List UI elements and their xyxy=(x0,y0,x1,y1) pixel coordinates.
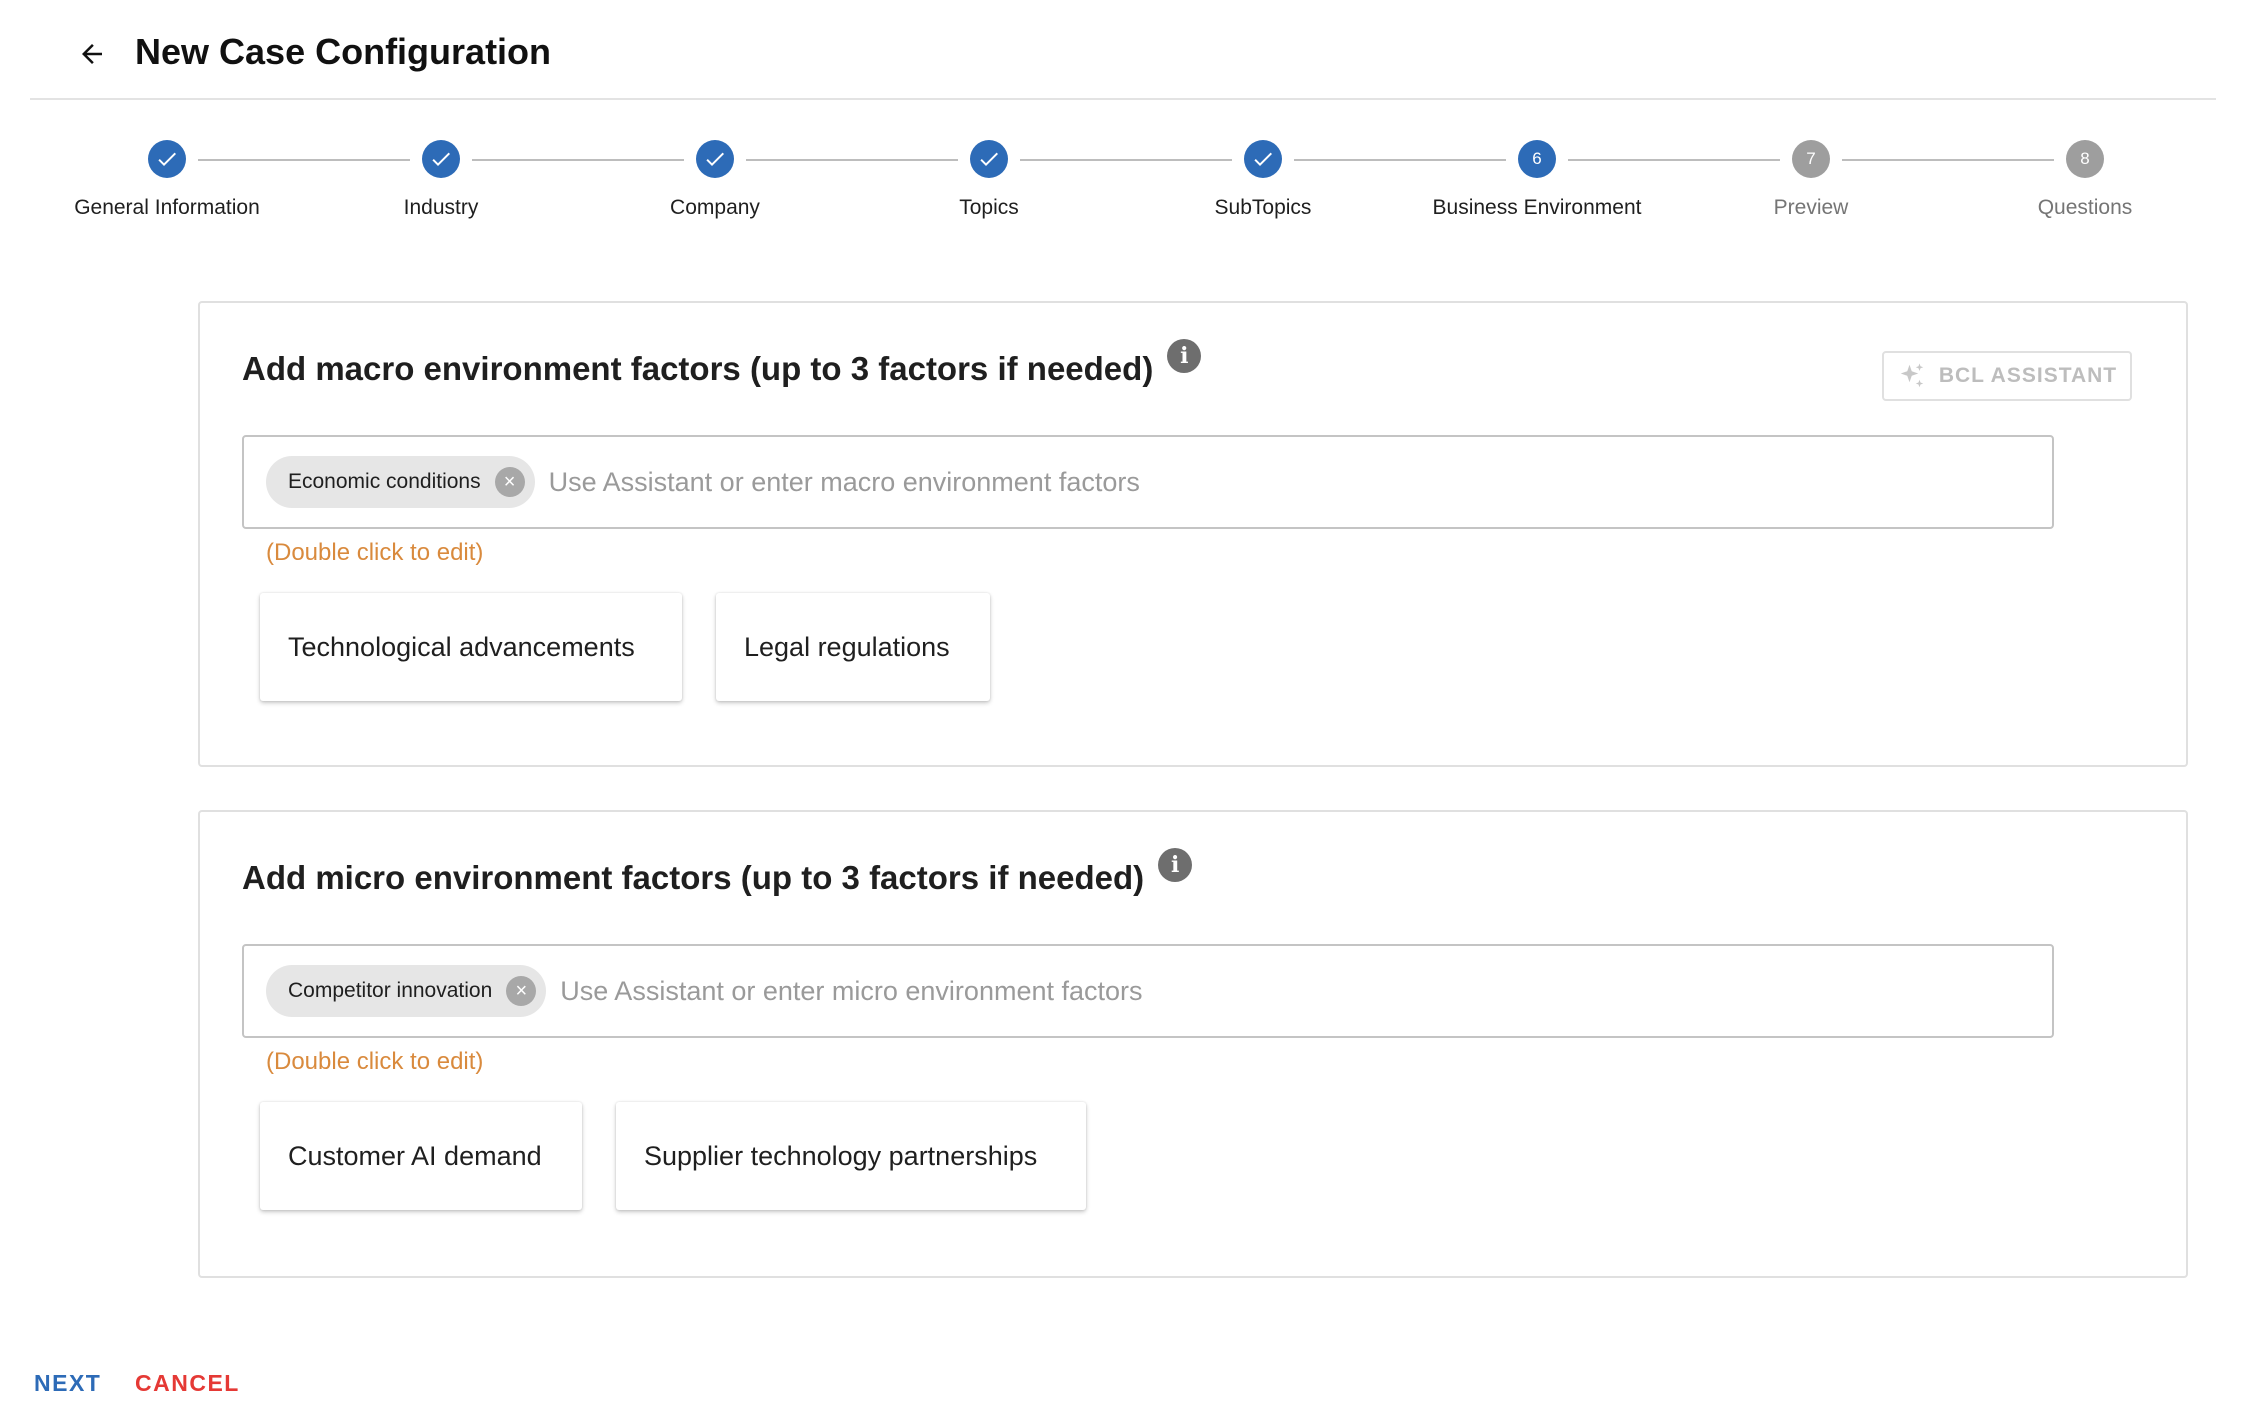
next-button[interactable]: NEXT xyxy=(34,1370,101,1397)
page-title: New Case Configuration xyxy=(135,31,552,72)
macro-text-input[interactable] xyxy=(548,466,2052,498)
micro-title: Add micro environment factors (up to 3 f… xyxy=(242,848,1193,900)
suggestion-chip[interactable]: Technological advancements xyxy=(260,593,682,701)
check-icon xyxy=(1244,140,1282,178)
check-icon xyxy=(422,140,460,178)
step-number: 6 xyxy=(1518,140,1556,178)
macro-title: Add macro environment factors (up to 3 f… xyxy=(242,339,1202,391)
step-number: 8 xyxy=(2066,140,2104,178)
micro-title-text: Add micro environment factors (up to 3 f… xyxy=(242,859,1145,896)
close-icon[interactable]: × xyxy=(494,467,525,497)
suggestion-chip[interactable]: Legal regulations xyxy=(716,593,990,701)
suggestion-chip[interactable]: Customer AI demand xyxy=(260,1102,582,1210)
macro-factor-input[interactable]: Economic conditions × xyxy=(242,435,2054,529)
step-label: Topics xyxy=(959,196,1019,219)
factor-chip[interactable]: Economic conditions × xyxy=(266,456,535,508)
step-label: Preview xyxy=(1773,196,1849,219)
micro-text-input[interactable] xyxy=(560,975,2052,1007)
page-header: New Case Configuration xyxy=(30,0,2216,100)
check-icon xyxy=(970,140,1008,178)
factor-chip[interactable]: Competitor innovation × xyxy=(266,965,547,1017)
bcl-assistant-button[interactable]: BCL ASSISTANT xyxy=(1882,351,2132,401)
step-number: 7 xyxy=(1792,140,1830,178)
assistant-label: BCL ASSISTANT xyxy=(1938,364,2118,387)
info-icon[interactable]: i xyxy=(1167,339,1202,373)
back-button[interactable] xyxy=(68,30,116,78)
step-questions[interactable]: 8 Questions xyxy=(1955,140,2215,220)
step-general-information[interactable]: General Information xyxy=(37,140,297,220)
step-label: Company xyxy=(670,196,760,219)
step-subtopics[interactable]: SubTopics xyxy=(1133,140,1393,220)
info-icon[interactable]: i xyxy=(1158,848,1193,882)
stepper: General Information Industry Company Top… xyxy=(0,140,2246,240)
suggestion-chip[interactable]: Supplier technology partnerships xyxy=(616,1102,1086,1210)
step-business-environment[interactable]: 6 Business Environment xyxy=(1407,140,1667,220)
check-icon xyxy=(148,140,186,178)
micro-factor-input[interactable]: Competitor innovation × xyxy=(242,944,2054,1038)
sparkle-icon xyxy=(1900,363,1924,388)
check-icon xyxy=(696,140,734,178)
step-label: Business Environment xyxy=(1432,196,1642,219)
step-label: SubTopics xyxy=(1214,196,1312,219)
arrow-left-icon xyxy=(82,44,102,64)
step-topics[interactable]: Topics xyxy=(859,140,1119,220)
edit-hint: (Double click to edit) xyxy=(266,539,484,566)
cancel-button[interactable]: CANCEL xyxy=(135,1370,240,1397)
edit-hint: (Double click to edit) xyxy=(266,1048,484,1075)
step-preview[interactable]: 7 Preview xyxy=(1681,140,1941,220)
step-company[interactable]: Company xyxy=(585,140,845,220)
micro-factors-card: Add micro environment factors (up to 3 f… xyxy=(198,810,2188,1278)
step-label: Questions xyxy=(2037,196,2133,219)
step-label: General Information xyxy=(74,196,260,219)
chip-label: Economic conditions xyxy=(288,470,481,493)
close-icon[interactable]: × xyxy=(506,976,537,1006)
macro-factors-card: Add macro environment factors (up to 3 f… xyxy=(198,301,2188,767)
step-label: Industry xyxy=(403,196,479,219)
macro-title-text: Add macro environment factors (up to 3 f… xyxy=(242,350,1154,387)
chip-label: Competitor innovation xyxy=(288,979,493,1002)
step-industry[interactable]: Industry xyxy=(311,140,571,220)
